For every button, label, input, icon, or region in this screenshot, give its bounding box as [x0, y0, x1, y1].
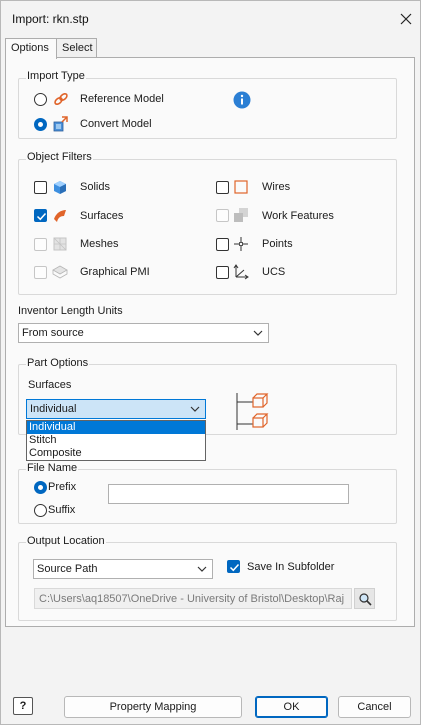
help-button[interactable]: ? [13, 697, 33, 715]
tab-select[interactable]: Select [57, 38, 97, 58]
reference-model-label: Reference Model [80, 93, 164, 105]
dropdown-option-individual[interactable]: Individual [27, 421, 205, 434]
output-location-value: Source Path [37, 563, 98, 575]
graphical-pmi-checkbox[interactable] [34, 266, 47, 279]
browse-icon [358, 592, 372, 606]
wires-icon [234, 180, 248, 194]
points-label: Points [262, 238, 293, 250]
surfaces-checkbox[interactable] [34, 209, 47, 222]
individual-surfaces-icon [236, 393, 269, 430]
title-bar[interactable]: Import: rkn.stp [1, 1, 420, 35]
surfaces-dropdown-list: Individual Stitch Composite [26, 420, 206, 461]
file-name-input[interactable] [108, 484, 349, 504]
import-type-group [18, 78, 397, 139]
points-checkbox[interactable] [216, 238, 229, 251]
part-options-label: Part Options [26, 357, 90, 369]
reference-model-radio[interactable] [34, 93, 47, 106]
import-type-label: Import Type [26, 70, 86, 82]
wires-checkbox[interactable] [216, 181, 229, 194]
reference-model-icon [54, 92, 68, 106]
output-location-select[interactable]: Source Path [33, 559, 213, 579]
surfaces-icon [54, 210, 66, 222]
close-button[interactable] [395, 8, 417, 30]
wires-label: Wires [262, 181, 291, 193]
object-filters-label: Object Filters [26, 151, 93, 163]
convert-model-label: Convert Model [80, 118, 152, 130]
prefix-radio[interactable] [34, 481, 47, 494]
property-mapping-button[interactable]: Property Mapping [64, 696, 242, 718]
work-features-checkbox[interactable] [216, 209, 229, 222]
length-units-label: Inventor Length Units [18, 305, 123, 317]
ucs-checkbox[interactable] [216, 266, 229, 279]
chevron-down-icon [197, 566, 207, 572]
file-name-label: File Name [26, 462, 79, 474]
dropdown-option-composite[interactable]: Composite [27, 447, 205, 460]
points-icon [234, 237, 248, 251]
cancel-button[interactable]: Cancel [338, 696, 411, 718]
ok-button[interactable]: OK [255, 696, 328, 718]
chevron-down-icon [190, 406, 200, 412]
meshes-icon [53, 237, 67, 251]
import-dialog: Import: rkn.stp Options Select Import Ty… [0, 0, 421, 725]
save-in-subfolder-checkbox[interactable] [227, 560, 240, 573]
chevron-down-icon [253, 330, 263, 336]
solids-icon [54, 181, 66, 194]
window-title: Import: rkn.stp [12, 12, 89, 26]
graphical-pmi-icon [52, 265, 68, 279]
suffix-radio[interactable] [34, 504, 47, 517]
tab-strip: Options Select [5, 38, 415, 59]
solids-label: Solids [80, 181, 110, 193]
output-location-group [18, 542, 397, 621]
ucs-label: UCS [262, 266, 286, 278]
save-in-subfolder-label: Save In Subfolder [247, 561, 335, 573]
meshes-checkbox[interactable] [34, 238, 47, 251]
browse-button[interactable] [354, 588, 375, 609]
tab-select-label: Select [62, 42, 93, 54]
convert-model-icon [53, 116, 68, 132]
surfaces-label: Surfaces [80, 210, 124, 222]
length-units-select[interactable]: From source [18, 323, 269, 343]
length-units-value: From source [22, 327, 84, 339]
convert-model-radio[interactable] [34, 118, 47, 131]
output-location-label: Output Location [26, 535, 106, 547]
output-path-field[interactable]: C:\Users\aq18507\OneDrive - University o… [34, 588, 352, 609]
surfaces-option-label: Surfaces [28, 379, 72, 391]
checkmark-icon [36, 212, 47, 221]
checkmark-icon [229, 563, 240, 572]
surfaces-select[interactable]: Individual [26, 399, 206, 419]
surfaces-select-value: Individual [30, 403, 77, 415]
close-icon [400, 13, 412, 25]
suffix-label: Suffix [48, 504, 76, 516]
work-features-label: Work Features [262, 210, 334, 222]
dropdown-option-stitch[interactable]: Stitch [27, 434, 205, 447]
tab-options[interactable]: Options [5, 38, 57, 59]
graphical-pmi-label: Graphical PMI [80, 266, 150, 278]
work-features-icon [234, 208, 248, 222]
prefix-label: Prefix [48, 481, 77, 493]
info-icon[interactable] [233, 91, 251, 109]
solids-checkbox[interactable] [34, 181, 47, 194]
tab-options-label: Options [11, 42, 49, 54]
object-filters-group [18, 159, 397, 295]
meshes-label: Meshes [80, 238, 119, 250]
ucs-icon [233, 264, 249, 280]
